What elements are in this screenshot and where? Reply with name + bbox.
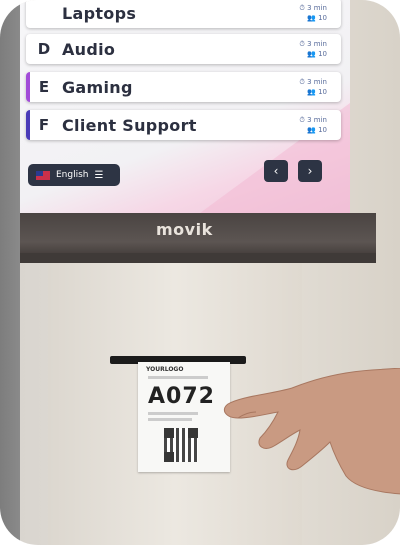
queue-item-gaming[interactable]: E Gaming ⏱ 3 min 👥 10 xyxy=(26,72,341,102)
queue-accent xyxy=(26,110,30,140)
clock-icon: ⏱ xyxy=(299,4,305,12)
queue-accent xyxy=(26,72,30,102)
queue-time: 3 min xyxy=(307,4,327,12)
queue-time: 3 min xyxy=(307,78,327,86)
brand-logo: movik xyxy=(156,220,213,239)
queue-letter: D xyxy=(37,40,51,58)
clock-icon: ⏱ xyxy=(299,40,305,48)
queue-label: Gaming xyxy=(62,77,133,97)
uk-flag-icon xyxy=(36,170,50,180)
chevron-left-icon: ‹ xyxy=(273,164,279,178)
chevron-right-icon: › xyxy=(307,164,313,178)
queue-item-audio[interactable]: D Audio ⏱ 3 min 👥 10 xyxy=(26,34,341,64)
queue-letter: E xyxy=(38,78,50,96)
people-icon: 👥 xyxy=(307,126,316,134)
kiosk-ledge xyxy=(20,253,376,263)
queue-count: 10 xyxy=(318,126,327,134)
ticket-number: A072 xyxy=(148,384,215,409)
queue-meta: ⏱ 3 min 👥 10 xyxy=(299,39,327,59)
ticket-line xyxy=(148,418,192,421)
queue-count: 10 xyxy=(318,88,327,96)
kiosk-screen: Laptops ⏱ 3 min 👥 10 D Audio ⏱ 3 min 👥 1… xyxy=(20,0,350,213)
hand xyxy=(223,368,400,495)
queue-meta: ⏱ 3 min 👥 10 xyxy=(299,77,327,97)
prev-button[interactable]: ‹ xyxy=(264,160,288,182)
people-icon: 👥 xyxy=(307,14,316,22)
menu-icon: ☰ xyxy=(94,169,104,181)
clock-icon: ⏱ xyxy=(299,78,305,86)
qr-code xyxy=(164,428,198,462)
kiosk-photo: Laptops ⏱ 3 min 👥 10 D Audio ⏱ 3 min 👥 1… xyxy=(0,0,400,545)
queue-item-laptops[interactable]: Laptops ⏱ 3 min 👥 10 xyxy=(26,0,341,28)
queue-time: 3 min xyxy=(307,40,327,48)
queue-count: 10 xyxy=(318,14,327,22)
queue-label: Laptops xyxy=(62,3,137,23)
people-icon: 👥 xyxy=(307,88,316,96)
clock-icon: ⏱ xyxy=(299,116,305,124)
next-button[interactable]: › xyxy=(298,160,322,182)
queue-item-client-support[interactable]: F Client Support ⏱ 3 min 👥 10 xyxy=(26,110,341,140)
ticket-line xyxy=(148,376,208,379)
queue-label: Client Support xyxy=(62,115,197,135)
queue-count: 10 xyxy=(318,50,327,58)
people-icon: 👥 xyxy=(307,50,316,58)
ticket-line xyxy=(148,412,198,415)
language-selector[interactable]: English ☰ xyxy=(28,164,120,186)
queue-meta: ⏱ 3 min 👥 10 xyxy=(299,115,327,135)
ticket-logo: YOURLOGO xyxy=(146,366,184,373)
queue-time: 3 min xyxy=(307,116,327,124)
language-label: English xyxy=(56,170,89,180)
queue-ticket[interactable]: YOURLOGO A072 xyxy=(138,362,230,472)
queue-label: Audio xyxy=(62,39,116,59)
queue-meta: ⏱ 3 min 👥 10 xyxy=(299,3,327,23)
queue-letter: F xyxy=(38,116,50,134)
